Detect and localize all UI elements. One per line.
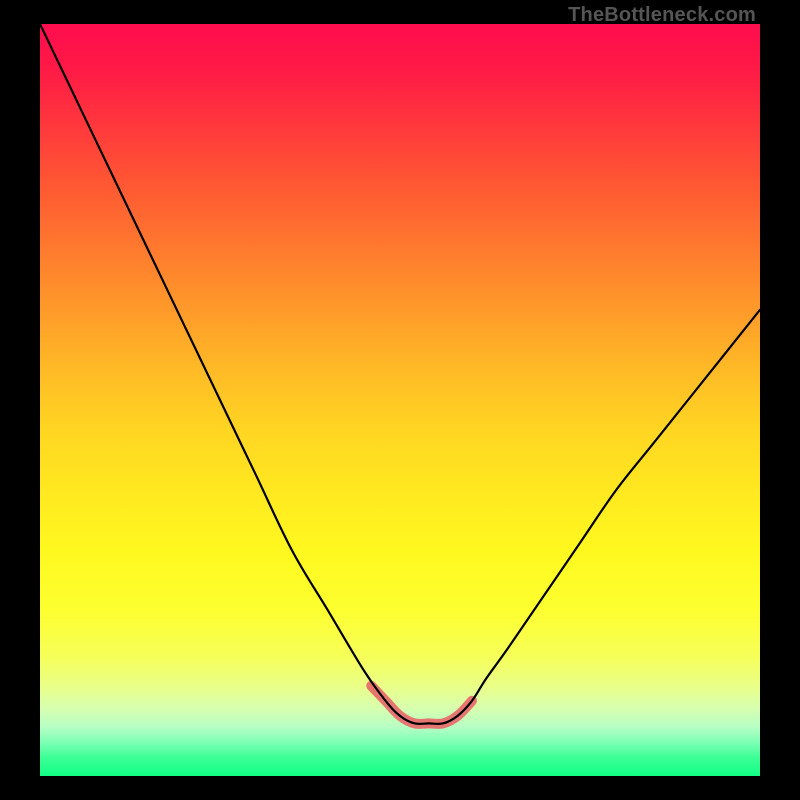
chart-frame: TheBottleneck.com	[0, 0, 800, 800]
gradient-plot-area	[40, 24, 760, 776]
curve-overlay	[40, 24, 760, 776]
valley-highlight	[371, 686, 472, 724]
bottleneck-curve	[40, 24, 760, 724]
